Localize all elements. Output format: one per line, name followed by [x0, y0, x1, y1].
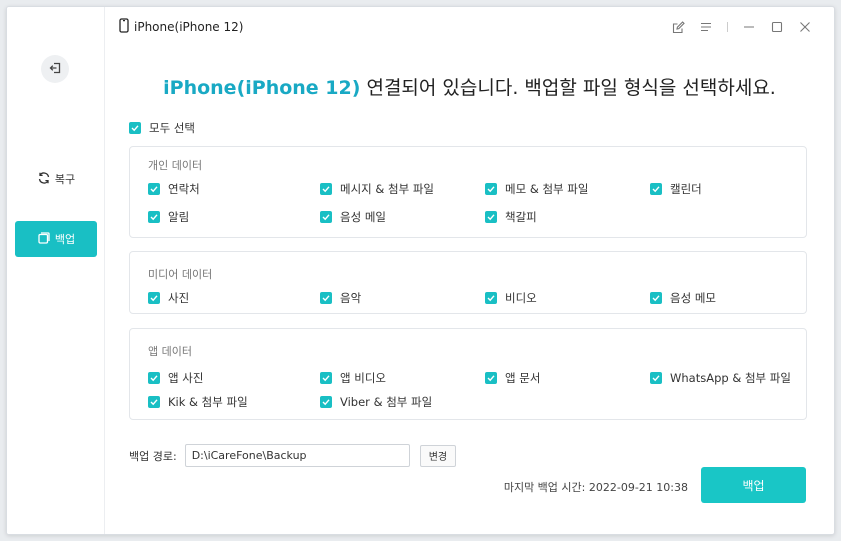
option-whatsapp[interactable]: WhatsApp & 첨부 파일: [650, 370, 791, 386]
checkbox[interactable]: [148, 372, 160, 384]
option-reminders[interactable]: 알림: [148, 209, 189, 225]
minimize-icon[interactable]: [742, 20, 756, 34]
device-label: iPhone(iPhone 12): [134, 20, 244, 34]
option-label: 메모 & 첨부 파일: [505, 182, 589, 196]
checkbox[interactable]: [148, 211, 160, 223]
option-photos[interactable]: 사진: [148, 290, 189, 306]
page-title: iPhone(iPhone 12) 연결되어 있습니다. 백업할 파일 형식을 …: [105, 73, 834, 100]
edit-icon[interactable]: [671, 20, 685, 34]
backup-path-label: 백업 경로:: [129, 449, 177, 463]
phone-icon: [119, 18, 129, 36]
device-indicator: iPhone(iPhone 12): [119, 18, 243, 36]
sidebar-item-label: 백업: [54, 233, 76, 246]
group-media-data: 미디어 데이터 사진 음악 비디오 음성 메모: [129, 251, 807, 314]
option-label: 메시지 & 첨부 파일: [340, 182, 434, 196]
option-bookmarks[interactable]: 책갈피: [485, 209, 537, 225]
checkbox[interactable]: [485, 372, 497, 384]
main-content: iPhone(iPhone 12) 연결되어 있습니다. 백업할 파일 형식을 …: [105, 47, 834, 534]
group-title: 미디어 데이터: [148, 268, 213, 281]
option-label: 캘린더: [670, 182, 702, 196]
menu-icon[interactable]: [699, 20, 713, 34]
checkbox[interactable]: [650, 183, 662, 195]
checkbox[interactable]: [485, 211, 497, 223]
checkbox[interactable]: [148, 183, 160, 195]
option-video[interactable]: 비디오: [485, 290, 537, 306]
checkbox[interactable]: [320, 211, 332, 223]
backup-button[interactable]: 백업: [701, 467, 806, 503]
group-title: 앱 데이터: [148, 345, 192, 358]
backup-path-row: 백업 경로: 변경: [129, 444, 457, 467]
option-voicemail[interactable]: 음성 메일: [320, 209, 386, 225]
select-all-checkbox[interactable]: 모두 선택: [129, 120, 195, 136]
checkbox[interactable]: [650, 372, 662, 384]
option-label: 앱 사진: [168, 371, 204, 385]
group-personal-data: 개인 데이터 연락처 메시지 & 첨부 파일 메모 & 첨부 파일 캘린더 알림: [129, 146, 807, 238]
last-backup-time: 마지막 백업 시간: 2022-09-21 10:38: [503, 481, 688, 494]
backup-icon: [37, 231, 51, 248]
checkbox[interactable]: [320, 372, 332, 384]
option-label: 책갈피: [505, 210, 537, 224]
change-path-button[interactable]: 변경: [419, 444, 457, 467]
checkbox[interactable]: [129, 122, 141, 134]
option-label: 음악: [340, 291, 362, 305]
option-messages[interactable]: 메시지 & 첨부 파일: [320, 181, 434, 197]
option-label: 비디오: [505, 291, 537, 305]
option-music[interactable]: 음악: [320, 290, 361, 306]
option-label: 연락처: [168, 182, 200, 196]
window-controls: [671, 7, 812, 47]
option-app-photos[interactable]: 앱 사진: [148, 370, 203, 386]
back-button[interactable]: [41, 55, 69, 83]
option-calendar[interactable]: 캘린더: [650, 181, 702, 197]
option-label: WhatsApp & 첨부 파일: [670, 371, 791, 385]
select-all-label: 모두 선택: [149, 121, 195, 135]
option-app-documents[interactable]: 앱 문서: [485, 370, 540, 386]
sidebar-item-label: 복구: [54, 173, 76, 186]
refresh-icon: [37, 171, 51, 188]
group-title: 개인 데이터: [148, 159, 203, 172]
option-app-videos[interactable]: 앱 비디오: [320, 370, 386, 386]
heading-device: iPhone(iPhone 12): [163, 77, 361, 99]
option-label: 사진: [168, 291, 190, 305]
title-bar: iPhone(iPhone 12): [105, 7, 834, 47]
checkbox[interactable]: [650, 292, 662, 304]
option-label: 음성 메모: [670, 291, 716, 305]
checkbox[interactable]: [485, 183, 497, 195]
option-label: Viber & 첨부 파일: [340, 395, 433, 409]
option-voice-memos[interactable]: 음성 메모: [650, 290, 716, 306]
option-label: 앱 문서: [505, 371, 541, 385]
option-notes[interactable]: 메모 & 첨부 파일: [485, 181, 588, 197]
sidebar-item-restore[interactable]: 복구: [15, 161, 97, 197]
maximize-icon[interactable]: [770, 20, 784, 34]
option-kik[interactable]: Kik & 첨부 파일: [148, 394, 248, 410]
exit-icon: [48, 61, 62, 78]
option-viber[interactable]: Viber & 첨부 파일: [320, 394, 432, 410]
sidebar: 복구 백업: [7, 7, 105, 534]
option-label: Kik & 첨부 파일: [168, 395, 248, 409]
group-app-data: 앱 데이터 앱 사진 앱 비디오 앱 문서 WhatsApp & 첨부 파일 K…: [129, 328, 807, 420]
app-window: 복구 백업 iPhone(iPhone 12) iPhone(iPhone 12…: [6, 6, 835, 535]
option-label: 앱 비디오: [340, 371, 386, 385]
checkbox[interactable]: [485, 292, 497, 304]
checkbox[interactable]: [320, 183, 332, 195]
option-label: 알림: [168, 210, 190, 224]
checkbox[interactable]: [148, 396, 160, 408]
backup-path-input[interactable]: [184, 444, 410, 467]
option-contacts[interactable]: 연락처: [148, 181, 200, 197]
heading-text: 연결되어 있습니다. 백업할 파일 형식을 선택하세요.: [360, 77, 776, 99]
controls-divider: [727, 22, 728, 32]
option-label: 음성 메일: [340, 210, 386, 224]
checkbox[interactable]: [320, 292, 332, 304]
checkbox[interactable]: [148, 292, 160, 304]
checkbox[interactable]: [320, 396, 332, 408]
sidebar-item-backup[interactable]: 백업: [15, 221, 97, 257]
close-icon[interactable]: [798, 20, 812, 34]
